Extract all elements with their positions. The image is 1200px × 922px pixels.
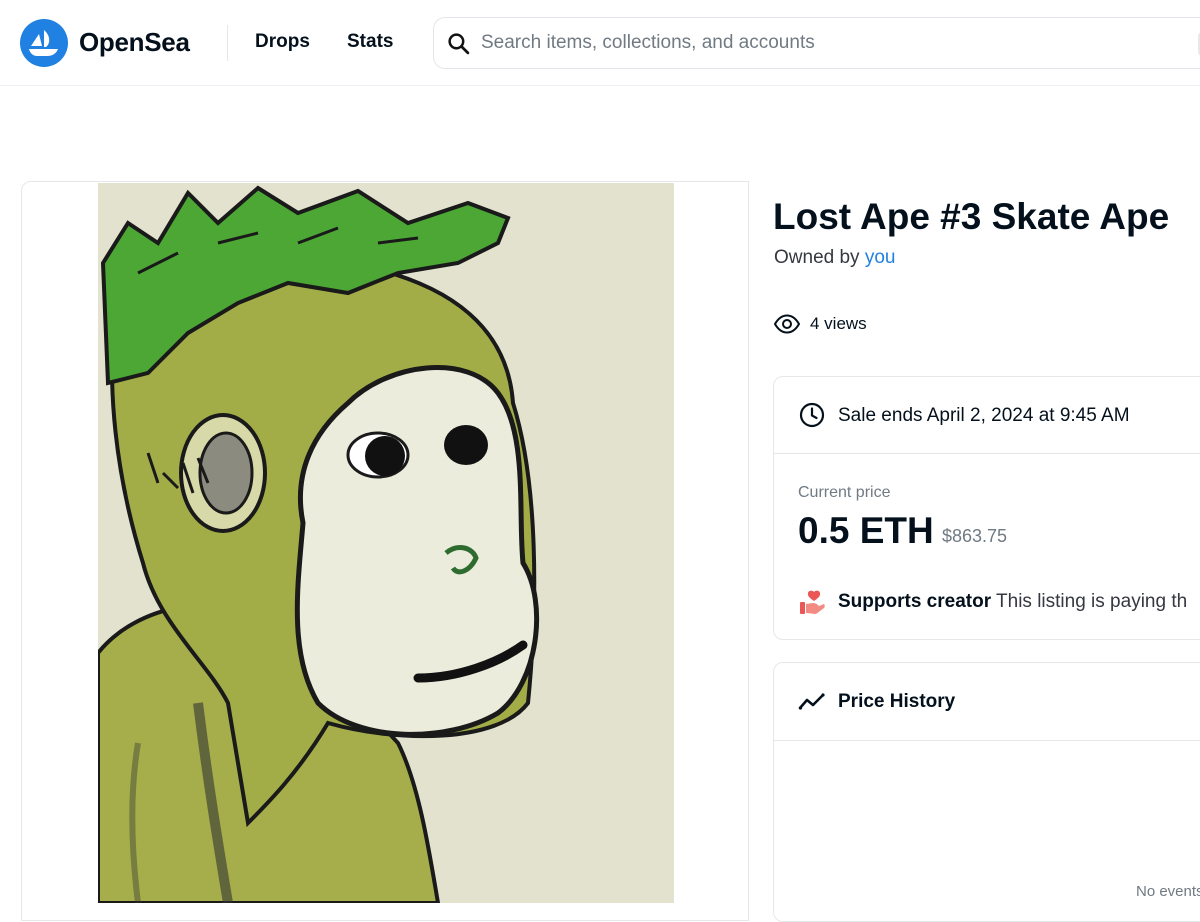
search-input[interactable] [481, 28, 1181, 58]
brand-name[interactable]: OpenSea [79, 27, 190, 58]
nft-artwork-image[interactable] [98, 183, 674, 903]
opensea-logo-icon[interactable] [20, 19, 68, 67]
owned-by-label: Owned by [774, 247, 860, 268]
trending-icon [798, 693, 825, 710]
nav-drops[interactable]: Drops [255, 31, 310, 53]
item-title: Lost Ape #3 Skate Ape [773, 196, 1170, 237]
views-count: 4 views [774, 314, 867, 334]
owned-by: Owned by you [774, 247, 895, 269]
sale-ends-text: Sale ends April 2, 2024 at 9:45 AM [838, 405, 1130, 426]
nav-stats[interactable]: Stats [347, 31, 393, 53]
supports-creator-label: Supports creator [838, 591, 992, 612]
owner-link[interactable]: you [865, 247, 896, 268]
price-history-title: Price History [838, 691, 956, 712]
header-divider [227, 25, 228, 61]
clock-icon [799, 402, 825, 428]
sale-header: Sale ends April 2, 2024 at 9:45 AM [774, 377, 1200, 454]
top-navbar: OpenSea Drops Stats [0, 0, 1200, 86]
eye-icon [774, 314, 800, 334]
supports-creator-icon [800, 590, 825, 614]
price-history-card: Price History No events [773, 662, 1200, 922]
supports-creator-text: Supports creator This listing is paying … [838, 591, 1187, 613]
supports-creator-detail: This listing is paying th [996, 591, 1188, 612]
no-events-text: No events [1136, 883, 1200, 900]
sale-card: Sale ends April 2, 2024 at 9:45 AM Curre… [773, 376, 1200, 640]
price-history-header[interactable]: Price History [774, 663, 1200, 741]
views-label: 4 views [810, 314, 867, 333]
current-price-eth: 0.5 ETH [798, 510, 934, 551]
current-price-label: Current price [798, 484, 891, 501]
search-bar[interactable] [433, 17, 1200, 69]
search-icon [448, 33, 470, 55]
nft-image-panel[interactable] [21, 181, 749, 921]
current-price-usd: $863.75 [942, 526, 1008, 546]
